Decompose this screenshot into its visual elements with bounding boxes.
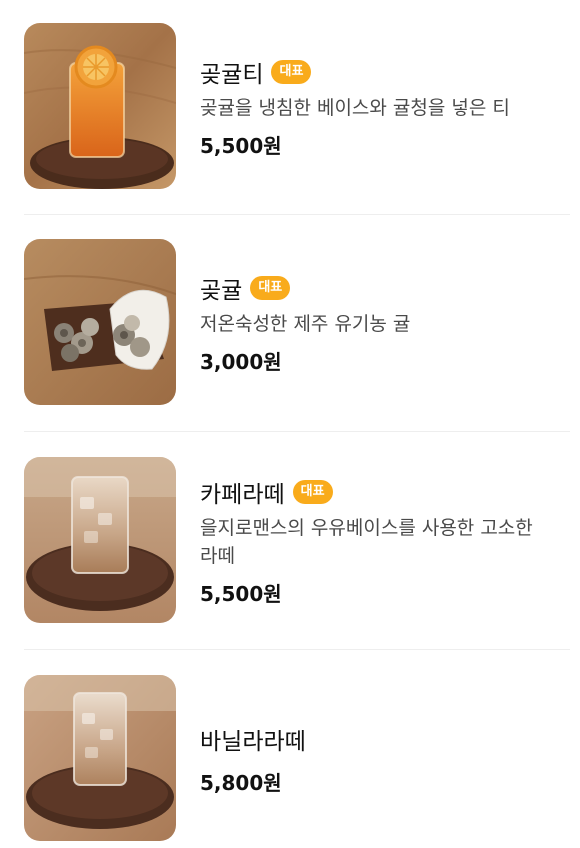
menu-item-price: 5,500원	[200, 133, 282, 158]
menu-list: 곶귤티 대표 곶귤을 냉침한 베이스와 귤청을 넣은 티 5,500원 곶귤 대…	[0, 0, 580, 848]
menu-item-name: 바닐라라떼	[200, 728, 306, 755]
divider	[24, 431, 570, 432]
name-row: 곶귤티 대표	[200, 54, 550, 90]
divider	[24, 214, 570, 215]
menu-item-description: 을지로맨스의 우유베이스를 사용한 고소한 라떼	[200, 516, 533, 567]
menu-item-info: 곶귤 대표 저온숙성한 제주 유기농 귤 3,000원	[200, 270, 550, 375]
name-row: 곶귤 대표	[200, 270, 550, 306]
menu-item-name: 카페라떼	[200, 481, 285, 508]
name-row: 카페라떼 대표	[200, 474, 550, 510]
signature-badge: 대표	[271, 59, 312, 84]
menu-item-price: 5,500원	[200, 581, 282, 606]
menu-item-info: 카페라떼 대표 을지로맨스의 우유베이스를 사용한 고소한 라떼 5,500원	[200, 474, 550, 607]
citrus-tea-photo	[24, 23, 176, 189]
signature-badge: 대표	[292, 479, 333, 504]
menu-item-info: 바닐라라떼 5,800원	[200, 721, 550, 796]
signature-badge: 대표	[250, 275, 291, 300]
menu-item-price: 5,800원	[200, 770, 282, 795]
name-row: 바닐라라떼	[200, 721, 550, 757]
menu-item-price: 3,000원	[200, 349, 282, 374]
menu-item-dried-citrus[interactable]: 곶귤 대표 저온숙성한 제주 유기농 귤 3,000원	[0, 238, 580, 406]
menu-item-description: 곶귤을 냉침한 베이스와 귤청을 넣은 티	[200, 96, 510, 119]
menu-item-citrus-tea[interactable]: 곶귤티 대표 곶귤을 냉침한 베이스와 귤청을 넣은 티 5,500원	[0, 22, 580, 190]
menu-item-info: 곶귤티 대표 곶귤을 냉침한 베이스와 귤청을 넣은 티 5,500원	[200, 54, 550, 159]
menu-item-vanilla-latte[interactable]: 바닐라라떼 5,800원	[0, 674, 580, 842]
cafe-latte-photo	[24, 457, 176, 623]
divider	[24, 649, 570, 650]
vanilla-latte-photo	[24, 675, 176, 841]
menu-item-name: 곶귤	[200, 277, 243, 304]
menu-item-description: 저온숙성한 제주 유기농 귤	[200, 312, 411, 335]
menu-item-name: 곶귤티	[200, 61, 264, 88]
menu-item-cafe-latte[interactable]: 카페라떼 대표 을지로맨스의 우유베이스를 사용한 고소한 라떼 5,500원	[0, 456, 580, 624]
dried-citrus-photo	[24, 239, 176, 405]
